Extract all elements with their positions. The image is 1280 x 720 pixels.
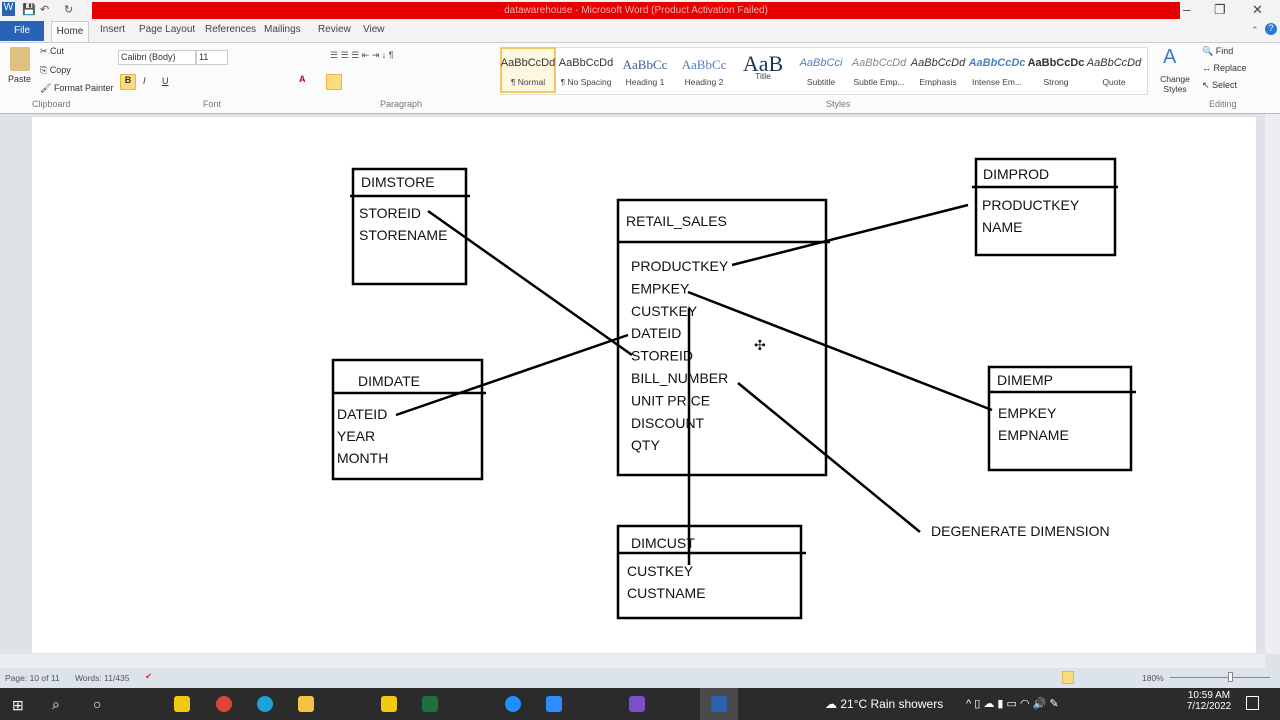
dimcust-field: CUSTKEY (627, 563, 694, 579)
retail-sales-field: STOREID (631, 348, 693, 364)
dimstore-title: DIMSTORE (361, 174, 435, 190)
excel-icon[interactable] (422, 696, 438, 712)
zoom-icon[interactable] (546, 696, 562, 712)
retail-sales-field: EMPKEY (631, 280, 690, 296)
dimprod-field: NAME (982, 219, 1022, 235)
dimdate-title: DIMDATE (358, 373, 420, 389)
system-tray-icons[interactable]: ^ ▯ ☁ ▮ ▭ ◠ 🔊 ✎ (966, 697, 1059, 710)
retail-sales-field: DATEID (631, 325, 681, 341)
weather-text: 21°C Rain showers (840, 697, 944, 711)
search-icon[interactable]: ⌕ (52, 696, 60, 713)
dimcust-field: CUSTNAME (627, 585, 706, 601)
retail-sales-field: UNIT PRICE (631, 392, 710, 408)
retail-sales-title: RETAIL_SALES (626, 213, 727, 229)
retail-sales-field: BILL_NUMBER (631, 370, 728, 386)
retail-sales-field: PRODUCTKEY (631, 258, 729, 274)
clock-date: 7/12/2022 (1186, 701, 1232, 712)
print-layout-view-button[interactable] (1062, 671, 1074, 684)
word-count[interactable]: Words: 11/435 (75, 673, 130, 683)
productkey-link (731, 203, 969, 267)
dimprod-field: PRODUCTKEY (982, 197, 1080, 213)
powerbi-icon[interactable] (174, 696, 190, 712)
dimprod-title: DIMPROD (983, 166, 1049, 182)
retail-sales-field: DISCOUNT (631, 415, 705, 431)
zoom-slider-thumb[interactable] (1228, 672, 1233, 682)
dimstore-field: STORENAME (359, 227, 447, 243)
zoom-level[interactable]: 180% (1142, 673, 1164, 683)
page-count[interactable]: Page: 10 of 11 (5, 673, 60, 683)
bill-number-link (737, 382, 921, 533)
file-explorer-icon[interactable] (298, 696, 314, 712)
weather-widget[interactable]: ☁ 21°C Rain showers (825, 697, 943, 711)
dimcust-title: DIMCUST (631, 535, 695, 551)
horizontal-scrollbar[interactable] (0, 654, 1265, 668)
notifications-icon[interactable] (1246, 696, 1259, 710)
clock[interactable]: 10:59 AM 7/12/2022 (1184, 690, 1234, 712)
retail-sales-field: QTY (631, 437, 660, 453)
dimdate-field: MONTH (337, 450, 388, 466)
edge-icon[interactable] (257, 696, 273, 712)
dimstore-field: STOREID (359, 205, 421, 221)
status-bar: Page: 10 of 11 Words: 11/435 ✔ 180% (0, 668, 1280, 688)
dimdate-field: DATEID (337, 406, 387, 422)
chrome-icon[interactable] (216, 696, 232, 712)
dimemp-field: EMPKEY (998, 405, 1057, 421)
dimemp-field: EMPNAME (998, 427, 1069, 443)
vertical-scrollbar[interactable] (1265, 114, 1280, 654)
word-icon[interactable] (711, 696, 727, 712)
dimdate-field: YEAR (337, 428, 375, 444)
mouse-cursor-icon: ✣ (754, 337, 766, 353)
degenerate-dimension-label: DEGENERATE DIMENSION (931, 523, 1110, 539)
proofing-icon[interactable]: ✔ (145, 671, 152, 682)
app-icon[interactable] (381, 696, 397, 712)
dimemp-title: DIMEMP (997, 372, 1053, 388)
cortana-icon[interactable]: ○ (93, 696, 101, 712)
retail-sales-field: CUSTKEY (631, 303, 698, 319)
visual-studio-icon[interactable] (629, 696, 645, 712)
dateid-link (395, 333, 629, 417)
empkey-link (687, 290, 993, 412)
zoom-slider[interactable] (1170, 677, 1270, 678)
clock-time: 10:59 AM (1187, 690, 1231, 701)
star-schema-diagram: DIMSTORE STOREID STORENAME RETAIL_SALES … (331, 157, 1136, 620)
skype-icon[interactable] (505, 696, 521, 712)
windows-start-icon[interactable]: ⊞ (12, 697, 24, 714)
